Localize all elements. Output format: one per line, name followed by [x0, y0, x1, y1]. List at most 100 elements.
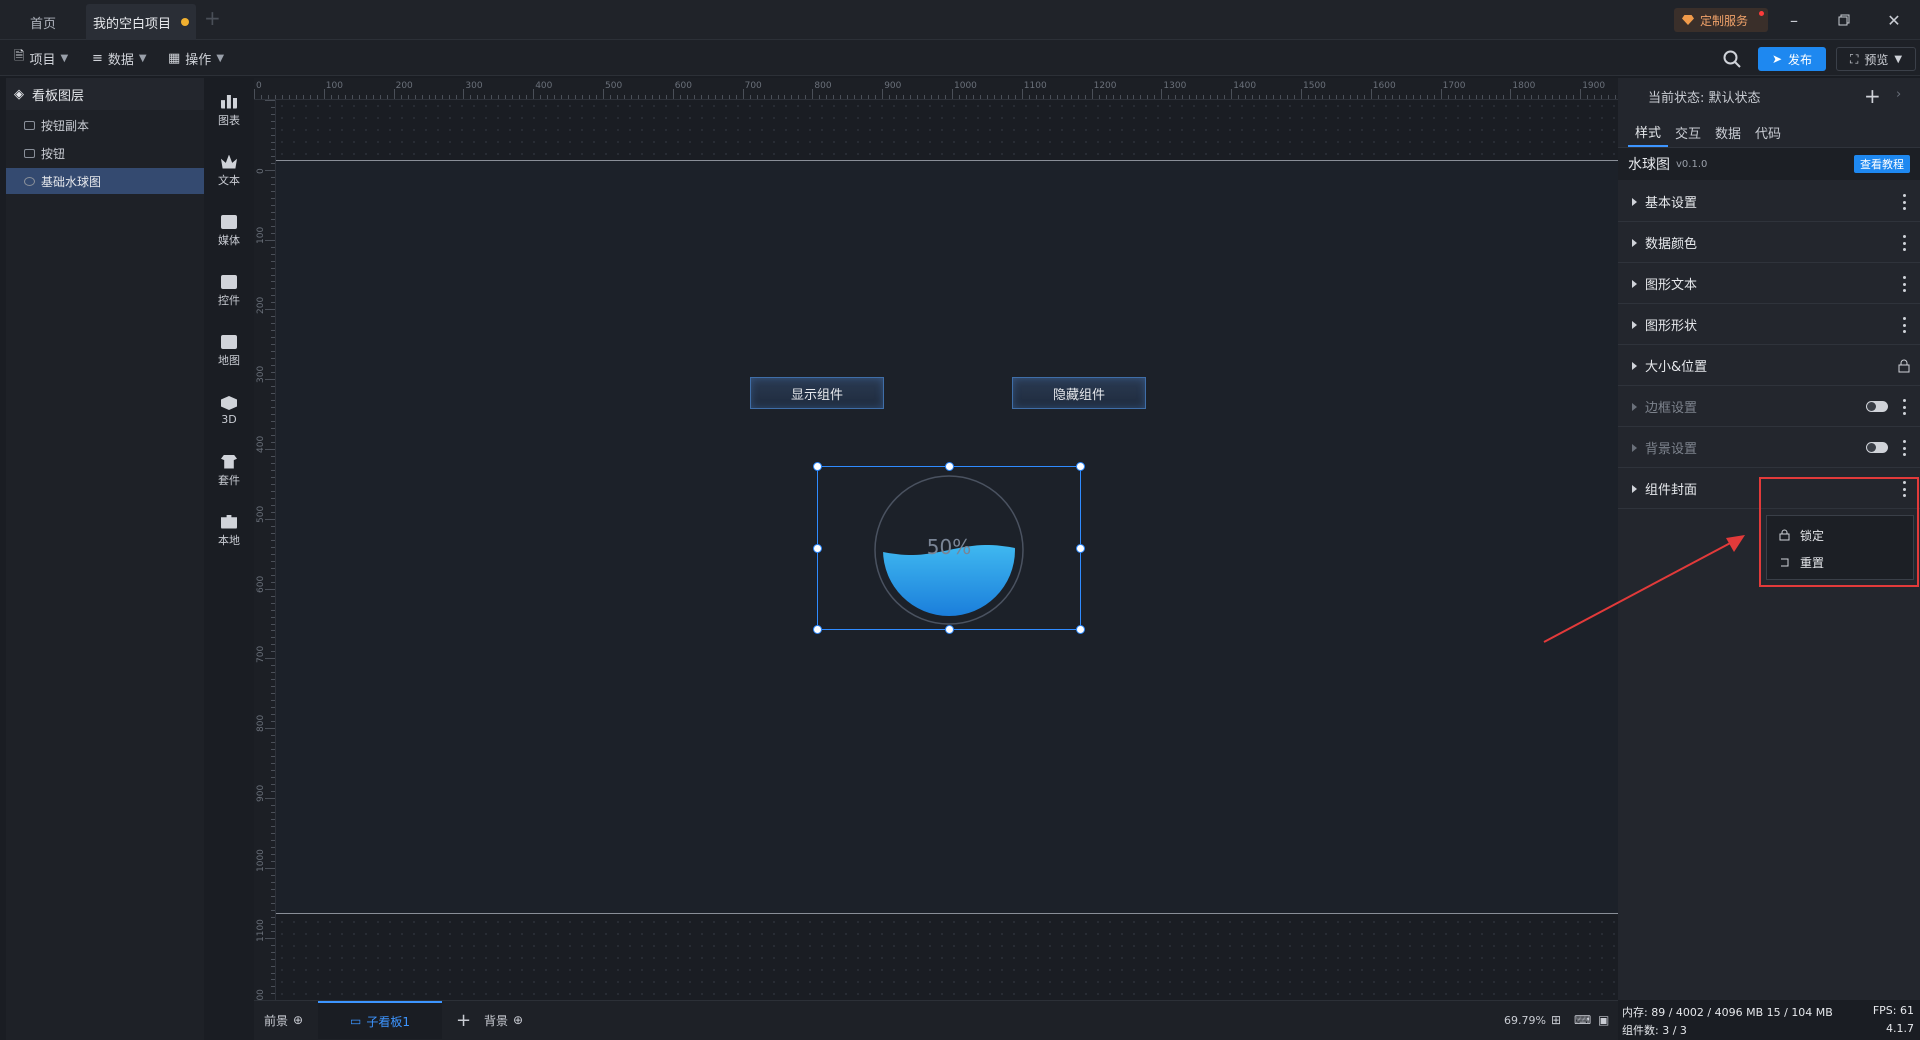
tab-interaction[interactable]: 交互	[1668, 117, 1708, 147]
iconbar-kit[interactable]: 套件	[204, 442, 254, 500]
add-tab-icon[interactable]: +	[204, 6, 221, 30]
resize-handle[interactable]	[813, 544, 822, 553]
section-size-position[interactable]: 大小&位置	[1618, 346, 1920, 386]
section-background[interactable]: 背景设置	[1618, 428, 1920, 468]
section-label: 数据颜色	[1645, 237, 1698, 252]
ruler-tick	[1468, 95, 1470, 99]
tab-home[interactable]: 首页	[6, 4, 80, 40]
ruler-tick-label: 1900	[1582, 81, 1606, 91]
ruler-tick-label: 800	[256, 715, 266, 733]
publish-button[interactable]: ➤ 发布	[1758, 47, 1826, 71]
menu-project-label: 项目	[29, 52, 56, 68]
ruler-tick	[882, 89, 884, 99]
foreground-tab[interactable]: 前景 ⊕	[264, 1001, 303, 1039]
version-label: 4.1.7	[1886, 1022, 1914, 1035]
resize-handle[interactable]	[945, 462, 954, 471]
resize-handle[interactable]	[1076, 544, 1085, 553]
more-icon[interactable]	[1903, 194, 1906, 210]
ruler-tick	[271, 679, 275, 681]
ruler-tick	[1056, 95, 1058, 99]
search-icon[interactable]	[1722, 49, 1742, 69]
layer-item[interactable]: 按钮	[6, 140, 204, 166]
caret-right-icon	[1632, 443, 1637, 452]
iconbar-control[interactable]: 控件	[204, 262, 254, 320]
ruler-tick	[379, 95, 381, 99]
iconbar-text[interactable]: 文本	[204, 142, 254, 200]
ruler-tick	[271, 672, 275, 674]
show-component-button[interactable]: 显示组件	[750, 377, 884, 409]
iconbar-map[interactable]: 地图	[204, 322, 254, 380]
ruler-tick	[271, 365, 275, 367]
chevron-right-icon[interactable]: ›	[1896, 87, 1901, 102]
more-icon[interactable]	[1903, 276, 1906, 292]
ruler-tick	[749, 95, 751, 99]
terminal-icon[interactable]: ▣	[1598, 1001, 1609, 1039]
resize-handle[interactable]	[1076, 462, 1085, 471]
tutorial-button[interactable]: 查看教程	[1854, 155, 1910, 173]
menu-operate[interactable]: ▦ 操作 ▼	[168, 40, 224, 76]
resize-handle[interactable]	[813, 625, 822, 634]
layer-item-selected[interactable]: 基础水球图	[6, 168, 204, 194]
waterball-chart[interactable]: 50%	[873, 474, 1025, 626]
menu-item-reset[interactable]: 重置	[1767, 549, 1915, 575]
add-circle-icon[interactable]: ⊕	[293, 1013, 303, 1027]
section-basic[interactable]: 基本设置	[1618, 182, 1920, 222]
ruler-tick	[449, 95, 451, 99]
subboard-tab[interactable]: ▭ 子看板1	[318, 1001, 442, 1039]
close-icon[interactable]: ✕	[1880, 8, 1908, 32]
ruler-tick-label: 200	[395, 81, 413, 91]
tab-data[interactable]: 数据	[1708, 117, 1748, 147]
ruler-tick	[271, 818, 275, 820]
ruler-tick	[1489, 95, 1491, 99]
section-data-color[interactable]: 数据颜色	[1618, 223, 1920, 263]
add-state-icon[interactable]: +	[1864, 84, 1881, 108]
ruler-tick-label: 200	[256, 296, 266, 314]
fit-screen-icon[interactable]: ⊞	[1551, 1001, 1561, 1039]
ruler-tick	[271, 756, 275, 758]
ruler-tick	[1370, 89, 1372, 99]
tab-project[interactable]: 我的空白项目	[86, 4, 196, 40]
section-graphic-text[interactable]: 图形文本	[1618, 264, 1920, 304]
more-icon[interactable]	[1903, 399, 1906, 415]
background-toggle[interactable]	[1866, 442, 1888, 453]
ruler-tick	[1580, 89, 1582, 99]
hide-component-button[interactable]: 隐藏组件	[1012, 377, 1146, 409]
preview-button[interactable]: ⛶ 预览 ▼	[1836, 47, 1916, 71]
restore-icon[interactable]	[1830, 8, 1858, 32]
ruler-tick	[265, 379, 275, 381]
section-border[interactable]: 边框设置	[1618, 387, 1920, 427]
iconbar-3d[interactable]: 3D	[204, 382, 254, 440]
media-icon	[221, 214, 237, 229]
ruler-tick	[271, 351, 275, 353]
tab-code[interactable]: 代码	[1748, 117, 1788, 147]
zoom-level[interactable]: 69.79%	[1504, 1001, 1546, 1039]
more-icon[interactable]	[1903, 235, 1906, 251]
background-tab[interactable]: 背景 ⊕	[484, 1001, 523, 1039]
add-board-icon[interactable]: +	[456, 1001, 471, 1039]
minimize-icon[interactable]: –	[1780, 8, 1808, 32]
ruler-tick	[271, 770, 275, 772]
add-circle-icon[interactable]: ⊕	[513, 1013, 523, 1027]
more-icon[interactable]	[1903, 317, 1906, 333]
section-graphic-shape[interactable]: 图形形状	[1618, 305, 1920, 345]
resize-handle[interactable]	[813, 462, 822, 471]
more-icon[interactable]	[1903, 440, 1906, 456]
ruler-tick	[271, 253, 275, 255]
iconbar-media[interactable]: 媒体	[204, 202, 254, 260]
lock-icon[interactable]	[1898, 359, 1910, 373]
ruler-tick	[271, 714, 275, 716]
menu-project[interactable]: 🗎 项目 ▼	[14, 40, 68, 76]
custom-service-button[interactable]: 定制服务	[1674, 8, 1768, 32]
tab-style[interactable]: 样式	[1628, 117, 1668, 147]
iconbar-chart[interactable]: 图表	[204, 82, 254, 140]
menu-data[interactable]: ≡ 数据 ▼	[92, 40, 147, 76]
border-toggle[interactable]	[1866, 401, 1888, 412]
layer-item[interactable]: 按钮副本	[6, 112, 204, 138]
resize-handle[interactable]	[1076, 625, 1085, 634]
resize-handle[interactable]	[945, 625, 954, 634]
iconbar-local[interactable]: 本地	[204, 502, 254, 560]
ruler-tick	[630, 95, 632, 99]
menu-item-lock[interactable]: 锁定	[1767, 522, 1915, 548]
ruler-tick	[400, 95, 402, 99]
keyboard-icon[interactable]: ⌨	[1574, 1001, 1591, 1039]
